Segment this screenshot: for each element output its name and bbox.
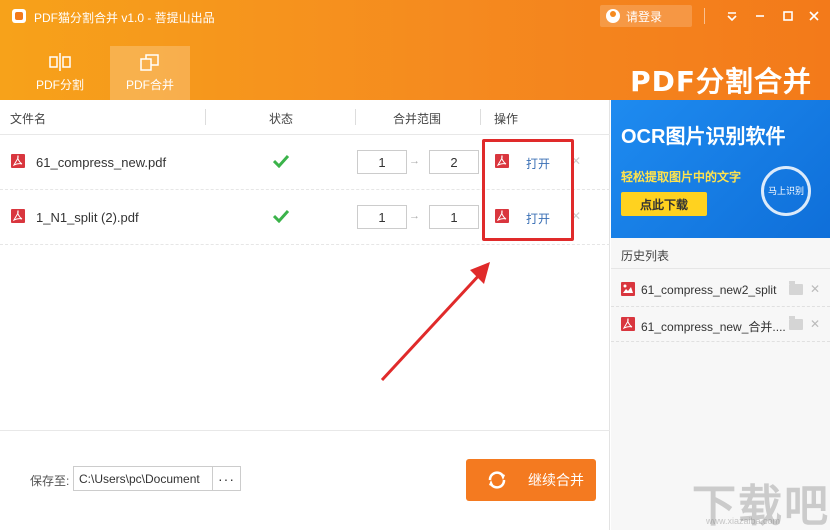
header-range: 合并范围	[393, 112, 442, 126]
image-file-icon	[621, 282, 635, 296]
file-name: 1_N1_split (2).pdf	[36, 210, 139, 225]
tab-pdf-split[interactable]: PDF分割	[20, 46, 100, 100]
header-divider	[205, 109, 206, 125]
range-end-input[interactable]: 1	[429, 205, 479, 229]
ad-download-button[interactable]: 点此下载	[621, 192, 707, 216]
history-title: 历史列表	[621, 249, 670, 263]
brand-title: PDF分割合并	[630, 65, 812, 98]
range-end-input[interactable]: 2	[429, 150, 479, 174]
annotation-highlight-box	[482, 139, 574, 241]
header-divider	[480, 109, 481, 125]
open-folder-icon[interactable]	[789, 316, 803, 330]
continue-merge-button[interactable]: 继续合并	[466, 459, 596, 501]
ad-title: OCR图片识别软件	[621, 126, 786, 148]
header-action: 操作	[494, 112, 519, 126]
tab-pdf-merge-label: PDF合并	[125, 78, 174, 92]
annotation-arrow-icon	[380, 262, 490, 382]
pdf-file-icon	[11, 209, 25, 223]
pdf-file-icon	[11, 154, 25, 168]
header-status: 状态	[269, 112, 294, 126]
ocr-ad-banner[interactable]: OCR图片识别软件 轻松提取图片中的文字 点此下载 马上识别	[611, 100, 830, 238]
range-start-input[interactable]: 1	[357, 205, 407, 229]
tab-pdf-split-label: PDF分割	[35, 78, 84, 92]
save-path-input[interactable]: C:\Users\pc\Document	[73, 466, 213, 491]
close-icon	[809, 11, 819, 21]
tab-pdf-merge[interactable]: PDF合并	[110, 46, 190, 100]
maximize-button[interactable]	[776, 4, 800, 28]
history-separator	[611, 341, 830, 342]
history-item-name: 61_compress_new_合并....	[641, 320, 786, 334]
maximize-icon	[783, 11, 793, 21]
ad-scan-badge: 马上识别	[761, 166, 811, 216]
split-icon	[49, 53, 71, 71]
header-filename: 文件名	[10, 112, 47, 126]
refresh-icon	[488, 471, 506, 489]
continue-merge-label: 继续合并	[528, 472, 584, 488]
minimize-icon	[756, 15, 764, 17]
history-divider	[611, 268, 830, 269]
ad-subtitle: 轻松提取图片中的文字	[621, 170, 742, 184]
merge-icon	[140, 54, 159, 71]
footer-divider	[0, 430, 610, 431]
history-item[interactable]: 61_compress_new2_split ✕	[611, 272, 830, 306]
header-divider	[355, 109, 356, 125]
table-header: 文件名 状态 合并范围 操作	[0, 100, 610, 135]
minimize-button[interactable]	[748, 4, 772, 28]
browse-button[interactable]: ···	[212, 466, 241, 491]
login-label: 请登录	[626, 9, 663, 24]
history-item[interactable]: 61_compress_new_合并.... ✕	[611, 307, 830, 341]
save-to-label: 保存至:	[30, 474, 70, 488]
remove-history-icon[interactable]: ✕	[810, 282, 820, 296]
right-panel: OCR图片识别软件 轻松提取图片中的文字 点此下载 马上识别 历史列表 61_c…	[611, 100, 830, 530]
menu-dropdown-button[interactable]	[720, 4, 744, 28]
range-arrow-icon: →	[409, 210, 420, 222]
title-separator	[704, 8, 705, 24]
watermark-url: www.xiazaiba.com	[706, 516, 781, 526]
history-item-name: 61_compress_new2_split	[641, 283, 777, 297]
pdf-file-icon	[621, 317, 635, 331]
close-button[interactable]	[802, 4, 826, 28]
app-logo-icon	[12, 9, 26, 23]
title-bar: PDF猫分割合并 v1.0 - 菩提山出品 请登录 PDF分割 PDF合并 PD…	[0, 0, 830, 100]
login-button[interactable]: 请登录	[600, 5, 692, 27]
user-icon	[606, 9, 620, 23]
check-icon	[273, 154, 289, 168]
remove-history-icon[interactable]: ✕	[810, 317, 820, 331]
chevron-down-icon	[727, 12, 737, 22]
open-folder-icon[interactable]	[789, 281, 803, 295]
range-arrow-icon: →	[409, 155, 420, 167]
file-name: 61_compress_new.pdf	[36, 155, 167, 170]
window-title: PDF猫分割合并 v1.0 - 菩提山出品	[34, 11, 215, 25]
range-start-input[interactable]: 1	[357, 150, 407, 174]
check-icon	[273, 209, 289, 223]
